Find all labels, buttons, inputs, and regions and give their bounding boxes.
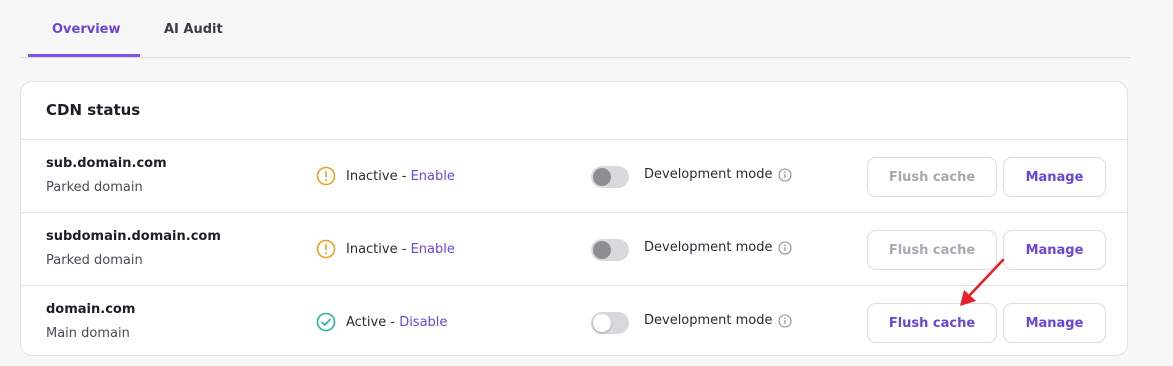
cdn-status: Inactive - Enable xyxy=(316,165,455,187)
development-mode-label: Development mode xyxy=(644,313,773,328)
info-icon[interactable] xyxy=(777,240,792,255)
flush-cache-button[interactable]: Flush cache xyxy=(867,303,997,343)
info-icon[interactable] xyxy=(777,167,792,182)
check-circle-icon xyxy=(316,312,336,332)
development-mode-label: Development mode xyxy=(644,167,773,182)
warning-circle-icon xyxy=(316,166,336,186)
domain-type: Parked domain xyxy=(46,180,143,195)
development-mode-toggle[interactable] xyxy=(591,166,629,188)
domain-row: sub.domain.com Parked domain Inactive - … xyxy=(21,139,1127,213)
status-label: Inactive xyxy=(346,241,398,257)
flush-cache-button[interactable]: Flush cache xyxy=(867,230,997,270)
enable-link[interactable]: Enable xyxy=(411,242,455,257)
domain-type: Parked domain xyxy=(46,253,143,268)
enable-link[interactable]: Enable xyxy=(411,169,455,184)
active-tab-indicator xyxy=(28,54,140,57)
development-mode-label: Development mode xyxy=(644,240,773,255)
manage-button[interactable]: Manage xyxy=(1003,230,1106,270)
cdn-status-card: CDN status sub.domain.com Parked domain … xyxy=(20,81,1128,356)
development-mode-toggle[interactable] xyxy=(591,239,629,261)
status-label: Inactive xyxy=(346,168,398,184)
cdn-status: Active - Disable xyxy=(316,311,447,333)
development-mode-toggle[interactable] xyxy=(591,312,629,334)
flush-cache-button[interactable]: Flush cache xyxy=(867,157,997,197)
development-mode: Development mode xyxy=(644,167,792,182)
tab-bar: Overview AI Audit xyxy=(20,0,1130,58)
disable-link[interactable]: Disable xyxy=(399,315,447,330)
status-separator: - xyxy=(397,241,411,257)
tab-ai-audit[interactable]: AI Audit xyxy=(164,22,223,37)
warning-circle-icon xyxy=(316,239,336,259)
status-separator: - xyxy=(397,168,411,184)
domain-type: Main domain xyxy=(46,326,130,341)
status-label: Active xyxy=(346,314,387,330)
manage-button[interactable]: Manage xyxy=(1003,157,1106,197)
domain-row: domain.com Main domain Active - Disable … xyxy=(21,285,1127,355)
status-separator: - xyxy=(386,314,400,330)
toggle-knob xyxy=(593,168,611,186)
domain-name: domain.com xyxy=(46,302,136,317)
domain-name: sub.domain.com xyxy=(46,156,167,171)
cdn-status: Inactive - Enable xyxy=(316,238,455,260)
info-icon[interactable] xyxy=(777,313,792,328)
domain-name: subdomain.domain.com xyxy=(46,229,221,244)
toggle-knob xyxy=(593,241,611,259)
card-title: CDN status xyxy=(46,101,141,119)
development-mode: Development mode xyxy=(644,240,792,255)
toggle-knob xyxy=(593,314,611,332)
manage-button[interactable]: Manage xyxy=(1003,303,1106,343)
development-mode: Development mode xyxy=(644,313,792,328)
tab-overview[interactable]: Overview xyxy=(52,22,121,37)
domain-row: subdomain.domain.com Parked domain Inact… xyxy=(21,212,1127,286)
